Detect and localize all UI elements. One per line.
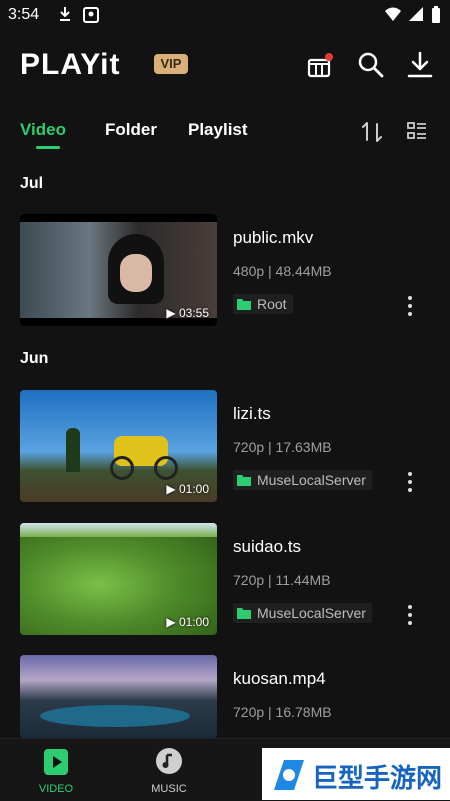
video-duration: ▶ 03:55 — [166, 306, 209, 320]
play-icon: ▶ — [166, 306, 176, 320]
video-list-item[interactable]: kuosan.mp4 720p | 16.78MB — [0, 655, 450, 738]
folder-chip[interactable]: MuseLocalServer — [233, 603, 372, 623]
video-meta: 720p | 17.63MB — [233, 439, 332, 455]
battery-icon — [432, 6, 440, 23]
app-bar: PLAYit VIP — [0, 40, 450, 90]
wifi-icon — [385, 7, 401, 21]
tab-video[interactable]: Video — [20, 120, 66, 140]
folder-icon — [237, 475, 251, 486]
folder-label: MuseLocalServer — [257, 605, 366, 621]
tab-folder[interactable]: Folder — [105, 120, 157, 140]
tab-active-indicator — [36, 146, 60, 149]
more-vert-icon[interactable] — [402, 603, 418, 627]
watermark-logo-icon — [274, 760, 304, 790]
more-vert-icon[interactable] — [402, 470, 418, 494]
screenshot-status-icon — [83, 7, 99, 23]
nav-music[interactable]: MUSIC — [124, 739, 214, 801]
music-nav-icon — [156, 748, 182, 774]
vip-badge[interactable]: VIP — [154, 54, 188, 74]
tab-playlist[interactable]: Playlist — [188, 120, 248, 140]
play-icon: ▶ — [166, 615, 176, 629]
video-title: kuosan.mp4 — [233, 669, 326, 688]
status-time: 3:54 — [8, 6, 40, 23]
section-header-jul: Jul — [20, 175, 44, 192]
more-vert-icon[interactable] — [402, 294, 418, 318]
video-thumbnail[interactable]: ▶ 03:55 — [20, 214, 217, 326]
tab-bar: Video Folder Playlist — [0, 112, 450, 152]
sort-icon[interactable] — [360, 120, 384, 144]
video-thumbnail[interactable]: ▶ 01:00 — [20, 523, 217, 635]
section-header-jun: Jun — [20, 350, 49, 367]
search-icon[interactable] — [356, 50, 386, 80]
video-list-item[interactable]: ▶ 01:00 lizi.ts 720p | 17.63MB MuseLocal… — [0, 390, 450, 502]
video-duration: ▶ 01:00 — [166, 482, 209, 496]
video-title: public.mkv — [233, 228, 314, 247]
video-meta: 720p | 11.44MB — [233, 572, 331, 588]
video-thumbnail[interactable]: ▶ 01:00 — [20, 390, 217, 502]
folder-icon — [237, 299, 251, 310]
video-meta: 720p | 16.78MB — [233, 704, 332, 720]
play-icon: ▶ — [166, 482, 176, 496]
nav-video[interactable]: VIDEO — [11, 739, 101, 801]
app-logo: PLAYit — [20, 48, 121, 81]
video-duration: ▶ 01:00 — [166, 615, 209, 629]
video-list-item[interactable]: ▶ 01:00 suidao.ts 720p | 11.44MB MuseLoc… — [0, 523, 450, 635]
watermark-text: 巨型手游网 — [312, 763, 443, 793]
nav-music-label: MUSIC — [151, 783, 187, 795]
video-title: suidao.ts — [233, 537, 302, 556]
folder-chip[interactable]: MuseLocalServer — [233, 470, 372, 490]
gift-box-icon[interactable] — [305, 50, 335, 80]
folder-icon — [237, 608, 251, 619]
signal-icon — [409, 7, 423, 21]
video-list-item[interactable]: ▶ 03:55 public.mkv 480p | 48.44MB Root — [0, 214, 450, 326]
download-status-icon — [60, 7, 70, 21]
list-view-icon[interactable] — [406, 120, 428, 142]
folder-label: Root — [257, 296, 287, 312]
nav-video-label: VIDEO — [38, 783, 74, 795]
video-title: lizi.ts — [233, 404, 271, 423]
download-icon[interactable] — [405, 50, 435, 80]
watermark: 巨型手游网 — [262, 748, 450, 800]
folder-chip[interactable]: Root — [233, 294, 293, 314]
status-bar: 3:54 — [0, 0, 450, 30]
video-nav-icon — [44, 749, 68, 775]
video-meta: 480p | 48.44MB — [233, 263, 332, 279]
video-thumbnail[interactable] — [20, 655, 217, 738]
folder-label: MuseLocalServer — [257, 472, 366, 488]
